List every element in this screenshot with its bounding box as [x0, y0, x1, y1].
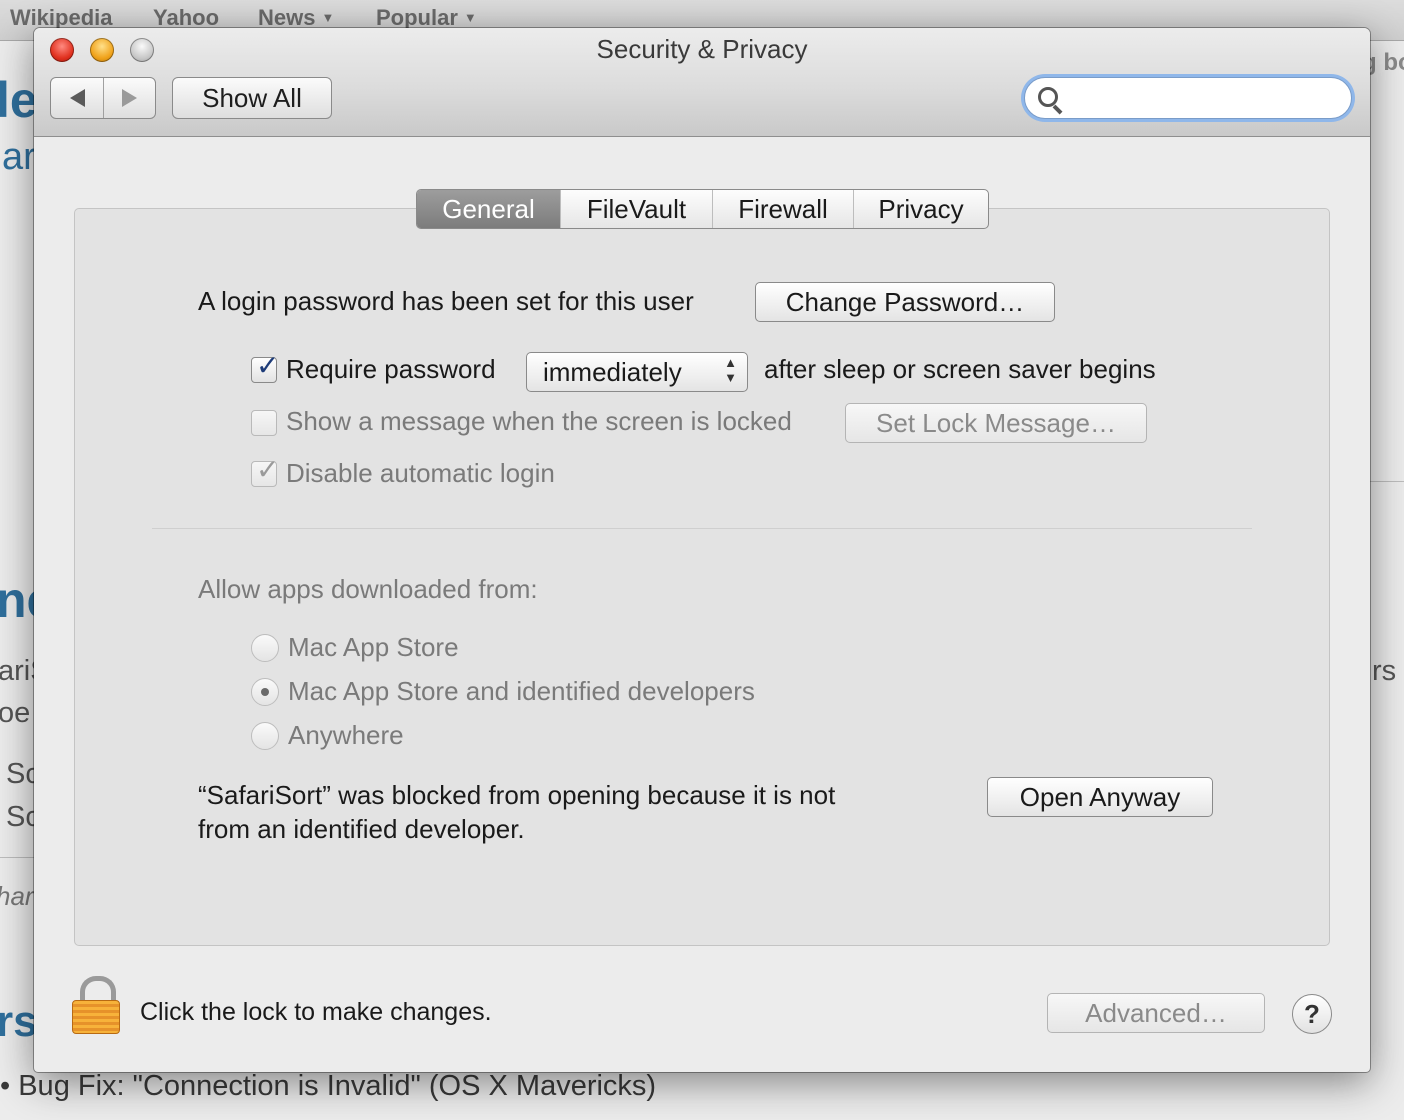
set-lock-message-button[interactable]: Set Lock Message…: [845, 403, 1147, 443]
require-password-label: Require password: [286, 354, 496, 384]
checkmark-icon: ✓: [256, 350, 280, 381]
advanced-button[interactable]: Advanced…: [1047, 993, 1265, 1033]
radio-mac-app-store-label: Mac App Store: [288, 632, 459, 662]
back-button[interactable]: [51, 78, 104, 118]
divider: [0, 857, 34, 858]
require-password-checkbox[interactable]: ✓: [251, 352, 279, 383]
show-message-checkbox[interactable]: [251, 410, 277, 436]
password-delay-select[interactable]: immediately ▲ ▼: [526, 352, 748, 392]
help-button[interactable]: ?: [1292, 994, 1332, 1034]
radio-anywhere-label: Anywhere: [288, 720, 404, 750]
lock-icon[interactable]: [72, 976, 120, 1034]
bg-heading-fragment: rs: [0, 997, 38, 1046]
search-input[interactable]: [1024, 77, 1352, 119]
chevron-down-icon: ▼: [463, 10, 477, 25]
divider: [152, 528, 1252, 529]
blocked-message-line1: “SafariSort” was blocked from opening be…: [198, 780, 836, 810]
tab-filevault[interactable]: FileVault: [560, 190, 712, 228]
show-message-label: Show a message when the screen is locked: [286, 406, 792, 436]
change-password-button[interactable]: Change Password…: [755, 282, 1055, 322]
back-arrow-icon: [69, 89, 85, 107]
disable-auto-login-label: Disable automatic login: [286, 458, 555, 488]
radio-anywhere[interactable]: [251, 722, 279, 750]
bg-bullet-item: • Bug Fix: "Connection is Invalid" (OS X…: [0, 1070, 657, 1102]
updown-arrows-icon: ▲ ▼: [724, 355, 737, 385]
security-privacy-window: Security & Privacy Show All General File…: [34, 28, 1370, 1072]
radio-identified-developers-label: Mac App Store and identified developers: [288, 676, 755, 706]
show-all-button[interactable]: Show All: [172, 77, 332, 119]
divider: [1370, 481, 1404, 482]
blocked-message-line2: from an identified developer.: [198, 814, 525, 844]
after-sleep-text: after sleep or screen saver begins: [764, 354, 1156, 384]
chevron-down-icon: ▼: [321, 10, 335, 25]
window-toolbar: Security & Privacy Show All: [34, 28, 1370, 137]
bg-text-fragment: oe: [0, 697, 31, 729]
bg-heading-fragment: le: [0, 72, 38, 128]
password-delay-value: immediately: [543, 357, 682, 387]
login-password-text: A login password has been set for this u…: [198, 286, 694, 316]
tab-bar: General FileVault Firewall Privacy: [416, 189, 989, 229]
bg-text-fragment: ar: [2, 136, 36, 178]
tab-general[interactable]: General: [417, 190, 560, 228]
allow-apps-heading: Allow apps downloaded from:: [198, 574, 538, 604]
lock-hint-text: Click the lock to make changes.: [140, 998, 492, 1026]
forward-button[interactable]: [103, 78, 155, 118]
disable-auto-login-checkbox[interactable]: ✓: [251, 456, 279, 487]
forward-arrow-icon: [121, 89, 137, 107]
radio-identified-developers[interactable]: [251, 678, 279, 706]
checkmark-icon: ✓: [256, 454, 280, 485]
tab-firewall[interactable]: Firewall: [712, 190, 853, 228]
tab-privacy[interactable]: Privacy: [853, 190, 988, 228]
radio-mac-app-store[interactable]: [251, 634, 279, 662]
bg-text-fragment: har: [0, 881, 34, 911]
bg-text-fragment: rs a: [1372, 655, 1404, 687]
back-forward-control: [50, 77, 156, 119]
radio-dot-icon: [261, 688, 269, 696]
open-anyway-button[interactable]: Open Anyway: [987, 777, 1213, 817]
window-title: Security & Privacy: [596, 34, 808, 64]
